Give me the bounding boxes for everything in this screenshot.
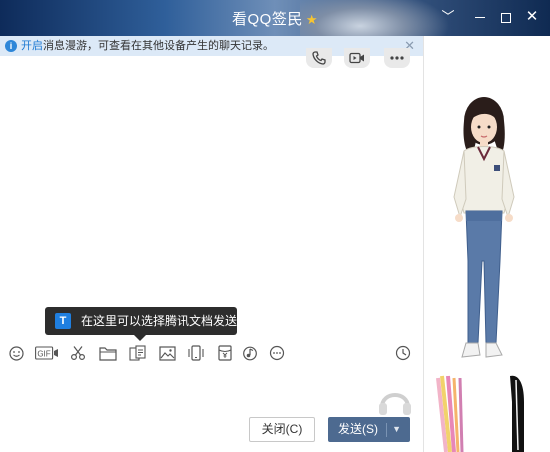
info-icon: i (5, 40, 17, 52)
video-call-icon (349, 52, 364, 64)
collapse-chevron-icon[interactable]: ﹀ (440, 9, 456, 25)
close-chat-button[interactable]: 关闭(C) (249, 417, 315, 442)
tencent-doc-button[interactable] (128, 343, 148, 363)
history-icon (395, 345, 411, 361)
red-packet-icon (218, 345, 232, 361)
message-input[interactable] (0, 366, 423, 416)
accessory-products (436, 375, 524, 452)
window-title-text: 看QQ签民 (232, 11, 303, 28)
minimize-button[interactable] (472, 9, 488, 25)
notice-text: 消息漫游，可查看在其他设备产生的聊天记录。 (43, 40, 274, 52)
more-icon (269, 345, 285, 361)
tooltip-text: 在这里可以选择腾讯文档发送 (81, 314, 238, 328)
send-button-label: 发送(S) (338, 422, 378, 436)
send-button-separator (386, 423, 387, 437)
title-bar: 看QQ签民 ★ ﹀ ✕ (0, 0, 550, 36)
red-packet-button[interactable] (215, 343, 235, 363)
music-button[interactable] (240, 343, 260, 363)
voice-call-button[interactable] (306, 48, 332, 68)
more-icon (390, 56, 404, 60)
gif-button[interactable]: GIF (34, 343, 60, 363)
video-call-button[interactable] (344, 48, 370, 68)
music-icon (243, 346, 257, 361)
scissors-icon (70, 346, 86, 361)
send-file-button[interactable] (98, 343, 118, 363)
screenshot-button[interactable] (68, 343, 88, 363)
voice-call-icon (312, 51, 326, 65)
tencent-doc-icon: T (55, 313, 71, 329)
emoji-icon (8, 345, 24, 361)
notice-text-container: 开启消息漫游，可查看在其他设备产生的聊天记录。 (21, 36, 274, 56)
window-title: 看QQ签民 ★ (0, 8, 550, 29)
folder-icon (99, 346, 117, 361)
tencent-doc-tooltip: T 在这里可以选择腾讯文档发送 (45, 307, 238, 341)
maximize-button[interactable] (498, 9, 514, 25)
headset-decoration-icon (379, 393, 411, 415)
toolbar-more-button[interactable] (267, 343, 287, 363)
enable-roaming-link[interactable]: 开启 (21, 40, 43, 52)
vip-star-icon: ★ (305, 12, 318, 27)
image-icon (158, 345, 176, 361)
gif-label: GIF (37, 350, 50, 359)
gif-icon: GIF (35, 346, 58, 360)
emoji-button[interactable] (6, 343, 26, 363)
tencent-doc-icon (129, 345, 146, 361)
close-window-button[interactable]: ✕ (524, 9, 540, 25)
more-actions-button[interactable] (384, 48, 410, 68)
shake-icon (188, 345, 204, 361)
input-toolbar: GIF (0, 341, 423, 365)
send-options-chevron-icon[interactable]: ▼ (392, 418, 401, 441)
send-image-button[interactable] (157, 343, 177, 363)
shake-button[interactable] (186, 343, 206, 363)
avatar-character-figure (453, 97, 515, 358)
send-button[interactable]: 发送(S) ▼ (328, 417, 410, 442)
chat-history-button[interactable] (393, 343, 413, 363)
